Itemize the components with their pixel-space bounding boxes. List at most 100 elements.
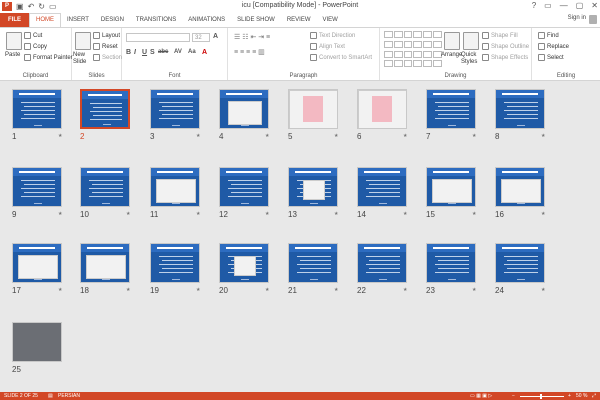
tab-insert[interactable]: INSERT bbox=[61, 13, 95, 27]
transition-star-icon[interactable]: ★ bbox=[472, 133, 476, 139]
transition-star-icon[interactable]: ★ bbox=[541, 211, 545, 217]
align-text-button[interactable]: Align Text bbox=[310, 43, 345, 50]
language-indicator[interactable]: PERSIAN bbox=[58, 393, 80, 399]
maximize-icon[interactable]: ▢ bbox=[576, 1, 584, 10]
slide-thumbnail[interactable] bbox=[495, 167, 545, 207]
transition-star-icon[interactable]: ★ bbox=[58, 133, 62, 139]
bullets-icon[interactable]: ☰ ☷ ⇤ ⇥ ≡ bbox=[234, 33, 270, 41]
slide-thumbnail[interactable] bbox=[357, 167, 407, 207]
shape-effects-button[interactable]: Shape Effects bbox=[482, 54, 528, 61]
slide-thumbnail[interactable] bbox=[12, 243, 62, 283]
paste-button[interactable]: Paste bbox=[5, 52, 20, 58]
transition-star-icon[interactable]: ★ bbox=[58, 211, 62, 217]
shadow-button[interactable]: S bbox=[150, 49, 155, 56]
tab-file[interactable]: FILE bbox=[0, 13, 29, 27]
slide-thumbnail[interactable] bbox=[12, 167, 62, 207]
zoom-level[interactable]: 50 % bbox=[576, 393, 587, 399]
transition-star-icon[interactable]: ★ bbox=[403, 133, 407, 139]
slide-thumbnail[interactable] bbox=[495, 89, 545, 129]
sign-in-link[interactable]: Sign in bbox=[568, 15, 586, 21]
convert-smartart-button[interactable]: Convert to SmartArt bbox=[310, 54, 372, 61]
slide-thumbnail[interactable] bbox=[426, 89, 476, 129]
slide-thumbnail[interactable] bbox=[495, 243, 545, 283]
alignment-icons[interactable]: ≡ ≡ ≡ ≡ ▥ bbox=[234, 48, 265, 56]
slide-thumbnail[interactable] bbox=[426, 167, 476, 207]
slide-thumbnail[interactable] bbox=[219, 167, 269, 207]
change-case-button[interactable]: Aa bbox=[188, 49, 196, 55]
zoom-out-icon[interactable]: − bbox=[512, 393, 515, 399]
account-icon[interactable] bbox=[589, 15, 597, 24]
transition-star-icon[interactable]: ★ bbox=[334, 133, 338, 139]
zoom-slider[interactable] bbox=[520, 395, 564, 397]
grow-font-icon[interactable]: A bbox=[213, 33, 218, 40]
transition-star-icon[interactable]: ★ bbox=[126, 287, 130, 293]
transition-star-icon[interactable]: ★ bbox=[541, 133, 545, 139]
transition-star-icon[interactable]: ★ bbox=[126, 211, 130, 217]
close-icon[interactable]: ✕ bbox=[591, 1, 598, 10]
slide-thumbnail[interactable] bbox=[80, 89, 130, 129]
tab-design[interactable]: DESIGN bbox=[95, 13, 130, 27]
tab-slide-show[interactable]: SLIDE SHOW bbox=[231, 13, 281, 27]
minimize-icon[interactable]: — bbox=[560, 1, 568, 10]
bold-button[interactable]: B bbox=[126, 49, 131, 56]
transition-star-icon[interactable]: ★ bbox=[472, 287, 476, 293]
transition-star-icon[interactable]: ★ bbox=[403, 287, 407, 293]
slide-thumbnail[interactable] bbox=[219, 89, 269, 129]
shape-fill-button[interactable]: Shape Fill bbox=[482, 32, 518, 39]
transition-star-icon[interactable]: ★ bbox=[541, 287, 545, 293]
slide-thumbnail[interactable] bbox=[150, 89, 200, 129]
transition-star-icon[interactable]: ★ bbox=[265, 133, 269, 139]
transition-star-icon[interactable]: ★ bbox=[196, 211, 200, 217]
tab-home[interactable]: HOME bbox=[29, 13, 61, 27]
tab-animations[interactable]: ANIMATIONS bbox=[182, 13, 231, 27]
slide-thumbnail[interactable] bbox=[150, 167, 200, 207]
slide-thumbnail[interactable] bbox=[12, 322, 62, 362]
quick-styles-button[interactable]: Quick Styles bbox=[461, 52, 479, 66]
underline-button[interactable]: U bbox=[142, 49, 147, 56]
slide-thumbnail[interactable] bbox=[357, 89, 407, 129]
arrange-icon[interactable] bbox=[444, 32, 460, 50]
shape-outline-button[interactable]: Shape Outline bbox=[482, 43, 529, 50]
transition-star-icon[interactable]: ★ bbox=[472, 211, 476, 217]
slide-thumbnail[interactable] bbox=[288, 167, 338, 207]
shapes-gallery[interactable] bbox=[384, 31, 442, 69]
transition-star-icon[interactable]: ★ bbox=[58, 287, 62, 293]
slide-thumbnail[interactable] bbox=[150, 243, 200, 283]
slide-thumbnail[interactable] bbox=[288, 243, 338, 283]
quick-styles-icon[interactable] bbox=[463, 32, 479, 50]
zoom-in-icon[interactable]: + bbox=[568, 393, 571, 399]
replace-button[interactable]: Replace bbox=[538, 43, 569, 50]
zoom-slider-handle[interactable] bbox=[540, 393, 542, 399]
transition-star-icon[interactable]: ★ bbox=[403, 211, 407, 217]
help-icon[interactable]: ? bbox=[532, 1, 536, 10]
cut-button[interactable]: Cut bbox=[24, 32, 42, 39]
paste-icon[interactable] bbox=[6, 32, 22, 50]
arrange-button[interactable]: Arrange bbox=[441, 52, 462, 58]
format-painter-button[interactable]: Format Painter bbox=[24, 54, 73, 61]
slide-thumbnail[interactable] bbox=[288, 89, 338, 129]
slide-thumbnail[interactable] bbox=[80, 243, 130, 283]
ribbon-display-icon[interactable]: ▭ bbox=[544, 1, 552, 10]
proofing-icon[interactable]: ▤ bbox=[48, 393, 53, 399]
slide-thumbnail[interactable] bbox=[219, 243, 269, 283]
transition-star-icon[interactable]: ★ bbox=[334, 211, 338, 217]
tab-transitions[interactable]: TRANSITIONS bbox=[130, 13, 182, 27]
transition-star-icon[interactable]: ★ bbox=[265, 287, 269, 293]
font-size-box[interactable]: 32 bbox=[192, 33, 210, 42]
transition-star-icon[interactable]: ★ bbox=[196, 287, 200, 293]
select-button[interactable]: Select bbox=[538, 54, 564, 61]
transition-star-icon[interactable]: ★ bbox=[196, 133, 200, 139]
slide-thumbnail[interactable] bbox=[12, 89, 62, 129]
layout-button[interactable]: Layout bbox=[93, 32, 120, 39]
tab-view[interactable]: VIEW bbox=[317, 13, 344, 27]
slide-thumbnail[interactable] bbox=[357, 243, 407, 283]
text-direction-button[interactable]: Text Direction bbox=[310, 32, 355, 39]
character-spacing-button[interactable]: AV bbox=[174, 49, 182, 55]
copy-button[interactable]: Copy bbox=[24, 43, 47, 50]
view-buttons[interactable]: ▭ ▦ ▣ ▷ bbox=[470, 393, 492, 399]
new-slide-button[interactable]: New Slide bbox=[73, 52, 91, 66]
section-button[interactable]: Section bbox=[93, 54, 122, 61]
slide-thumbnail[interactable] bbox=[426, 243, 476, 283]
italic-button[interactable]: I bbox=[134, 49, 136, 56]
find-button[interactable]: Find bbox=[538, 32, 559, 39]
